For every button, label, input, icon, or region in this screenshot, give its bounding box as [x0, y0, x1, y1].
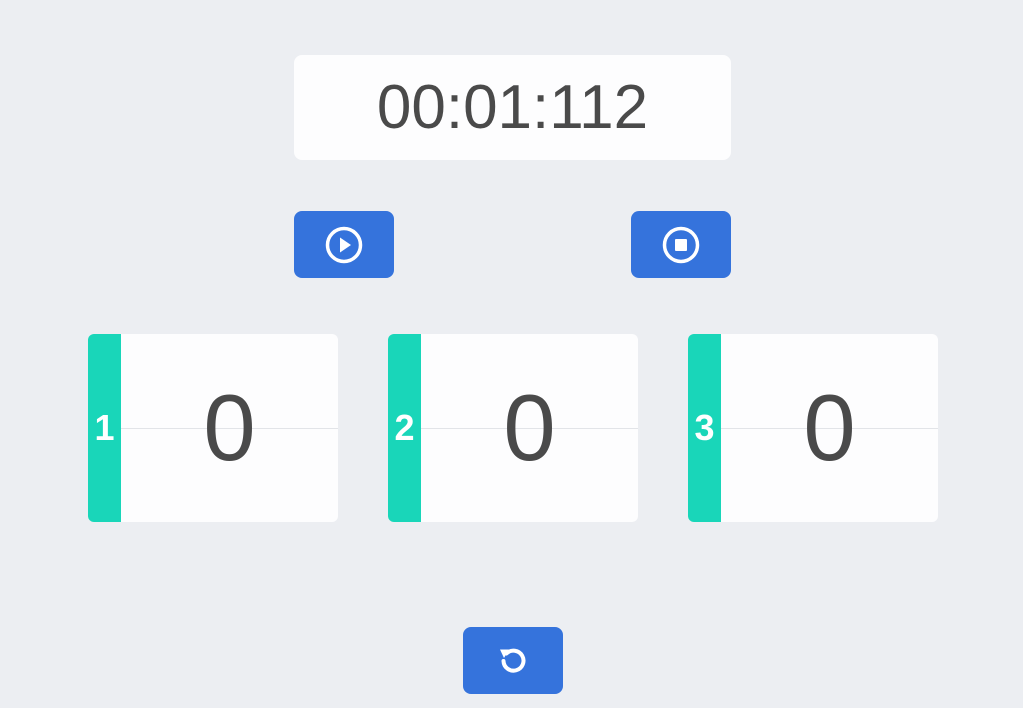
lap-index: 1	[94, 407, 115, 448]
lap-index: 2	[394, 407, 415, 448]
lap-index-stripe: 3	[688, 334, 721, 522]
timer-display: 00:01:112	[294, 55, 731, 160]
lap-card: 3 0	[688, 334, 938, 522]
lap-card: 2 0	[388, 334, 638, 522]
reset-icon	[493, 641, 533, 681]
reset-button[interactable]	[463, 627, 563, 694]
play-circle-icon	[324, 225, 364, 265]
lap-value: 0	[803, 375, 856, 480]
lap-index-stripe: 1	[88, 334, 121, 522]
lap-index-stripe: 2	[388, 334, 421, 522]
stop-circle-icon	[661, 225, 701, 265]
lap-value: 0	[503, 375, 556, 480]
lap-index: 3	[694, 407, 715, 448]
timer-readout: 00:01:112	[376, 72, 649, 142]
stopwatch-app: 00:01:112 1 0 2 0 3 0	[0, 0, 1023, 708]
lap-value: 0	[203, 375, 256, 480]
play-button[interactable]	[294, 211, 394, 278]
stop-button[interactable]	[631, 211, 731, 278]
lap-card: 1 0	[88, 334, 338, 522]
